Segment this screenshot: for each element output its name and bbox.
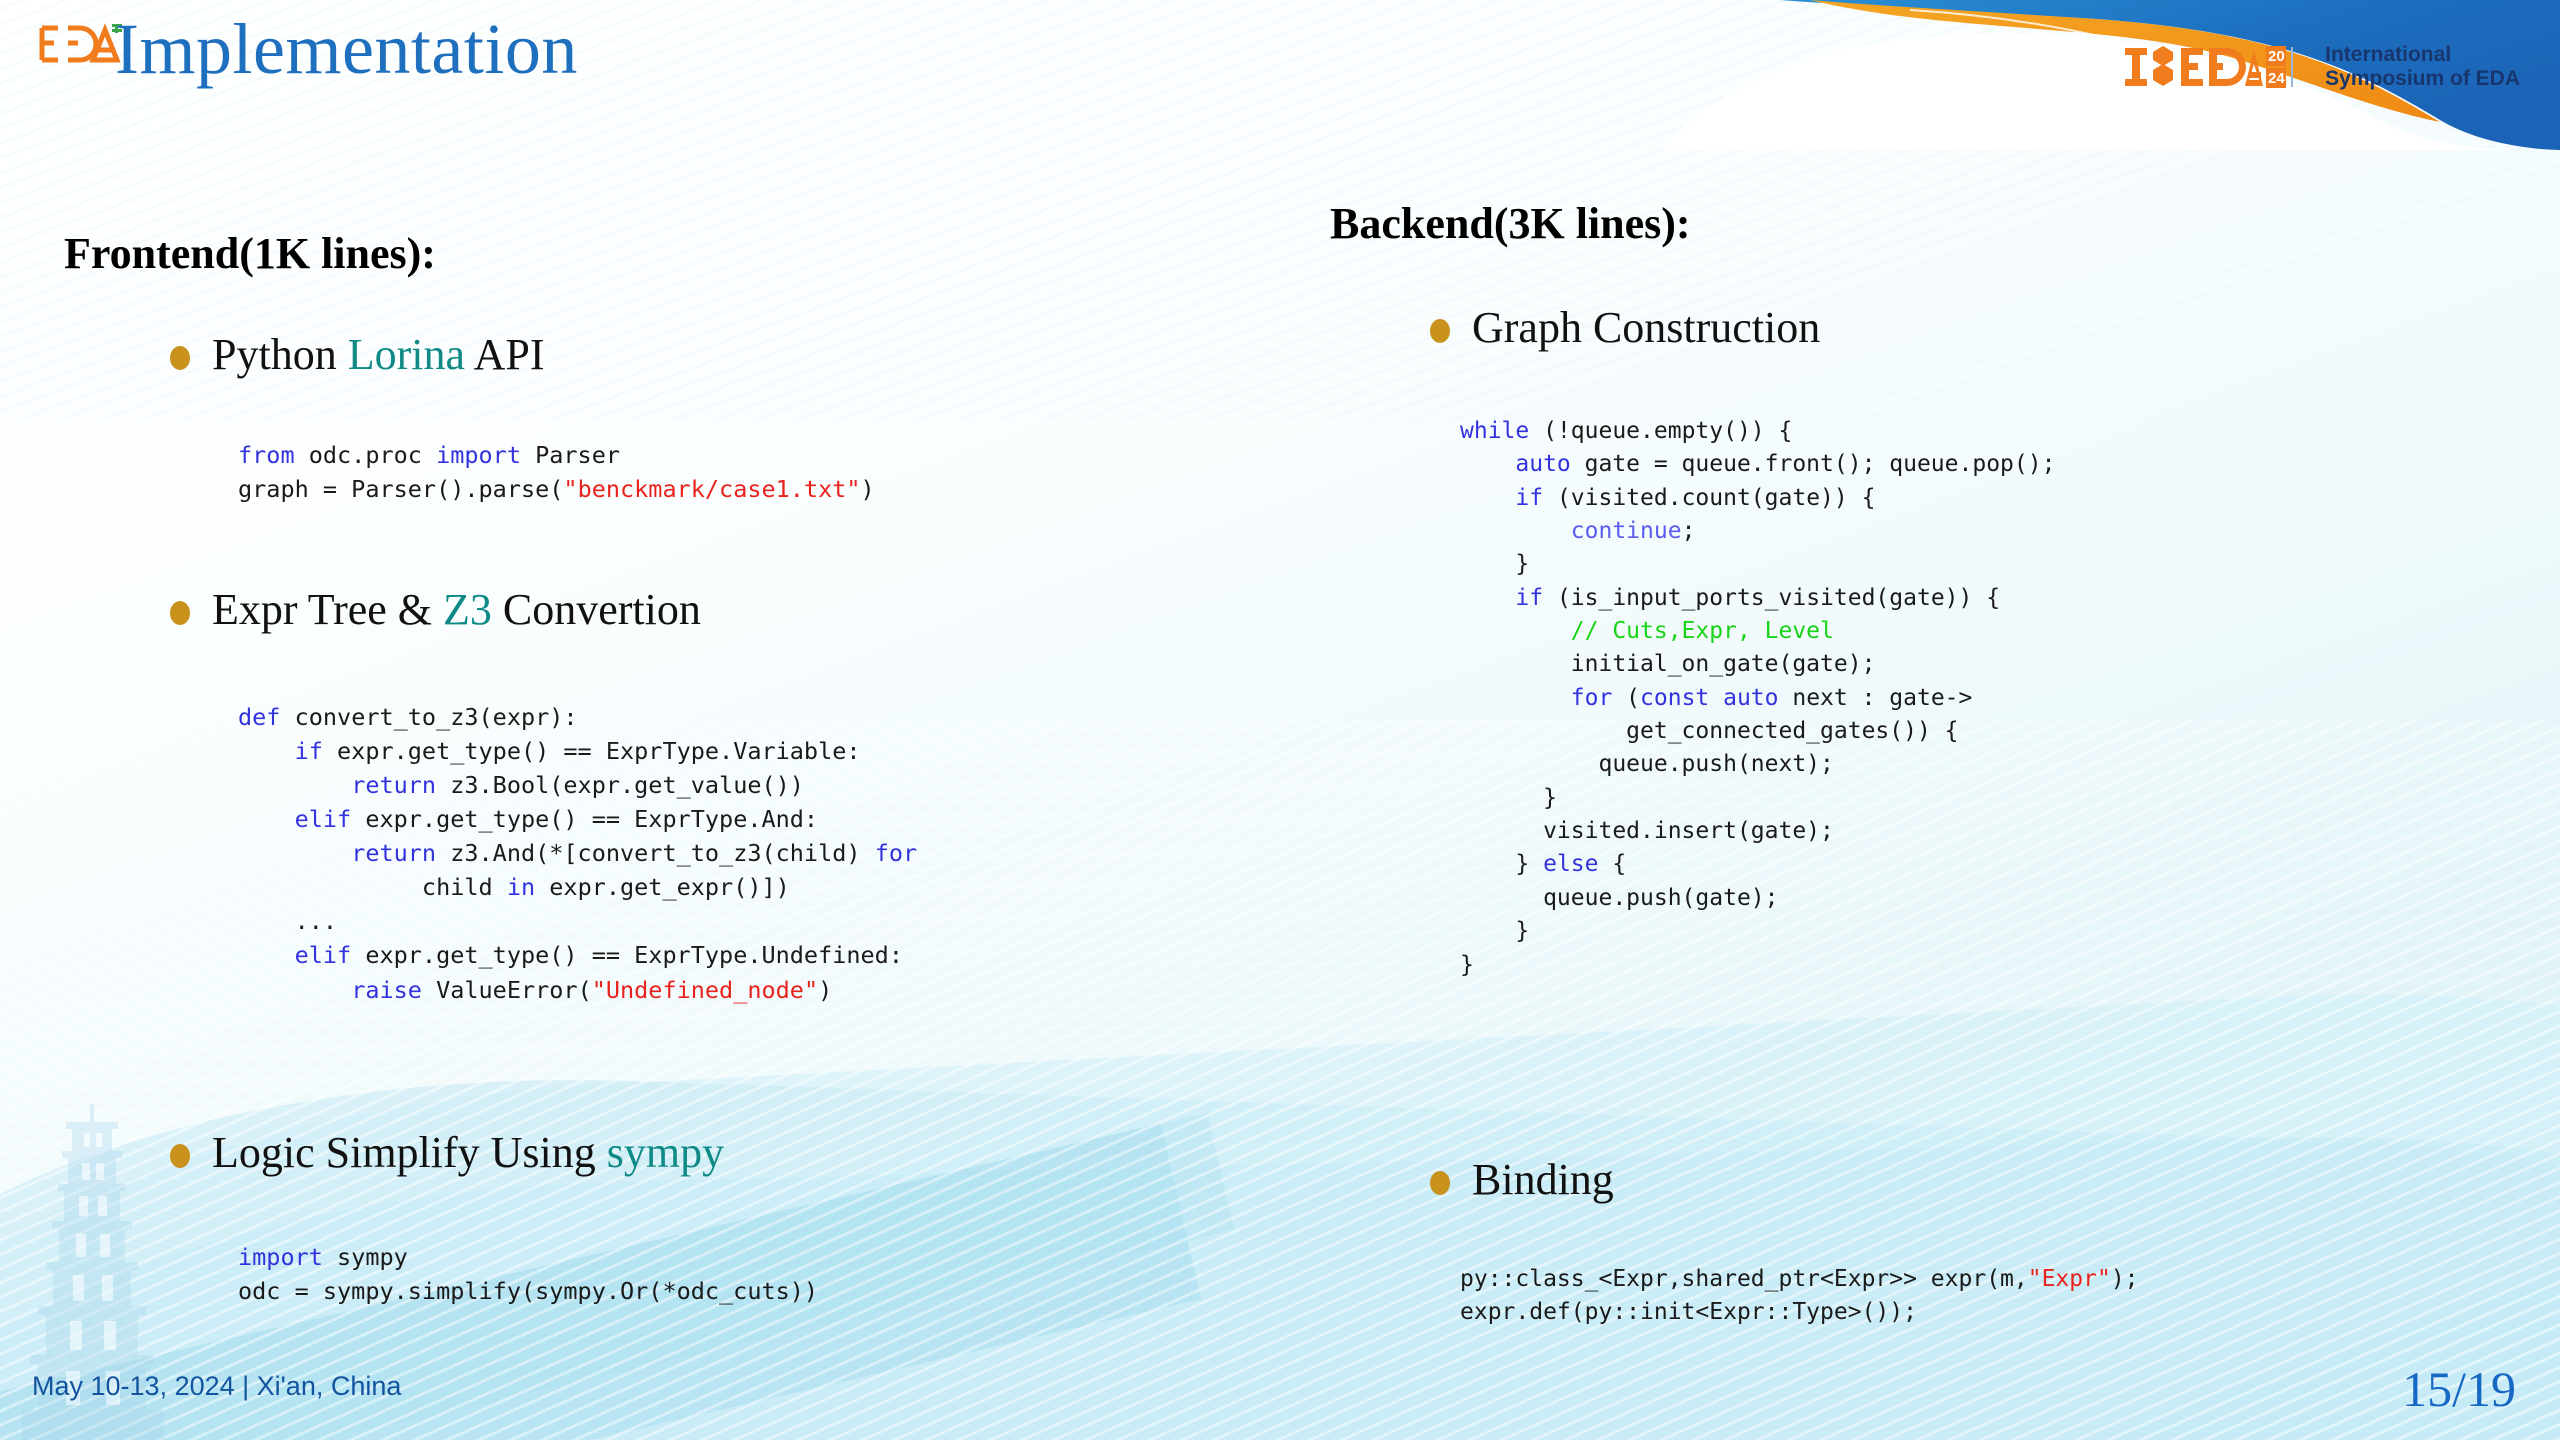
bullet-label-after: API xyxy=(465,330,545,379)
bullet-label-highlight: Lorina xyxy=(347,330,465,379)
wave-shape-1 xyxy=(0,953,2560,1440)
bullet-label-before: Graph Construction xyxy=(1472,303,1821,352)
bullet-label-before: Expr Tree & xyxy=(212,585,443,634)
footer-event-info: May 10-13, 2024 | Xi'an, China xyxy=(32,1371,402,1401)
bullet-label-after: Convertion xyxy=(491,585,701,634)
bullet-label: Logic Simplify Using sympy xyxy=(212,1128,724,1179)
iseda-line2: Symposium of EDA xyxy=(2325,67,2520,90)
bullet-python-lorina-api[interactable]: Python Lorina API xyxy=(170,330,544,381)
bullet-label: Graph Construction xyxy=(1472,303,1820,354)
bullet-dot-icon xyxy=(170,346,190,370)
footer-page-number: 15/19 xyxy=(2402,1361,2516,1417)
bullet-dot-icon xyxy=(170,1144,190,1168)
bullet-dot-icon xyxy=(1430,1171,1450,1195)
bullet-label-before: Logic Simplify Using xyxy=(212,1128,607,1177)
bullet-dot-icon xyxy=(170,601,190,625)
code-block-binding: py::class_<Expr,shared_ptr<Expr>> expr(m… xyxy=(1460,1266,2139,1326)
bullet-label-before: Binding xyxy=(1472,1155,1614,1204)
backend-heading: Backend(3K lines): xyxy=(1330,199,1691,248)
bullet-label-before: Python xyxy=(212,330,348,379)
code-block-convert-to-z3: def convert_to_z3(expr): if expr.get_typ… xyxy=(238,703,918,1004)
iseda-wordmark-icon: 20 24 xyxy=(2125,46,2294,88)
bullet-binding[interactable]: Binding xyxy=(1430,1155,1614,1206)
eda-brand-logo-icon xyxy=(39,23,122,63)
bullet-expr-tree-z3[interactable]: Expr Tree & Z3 Convertion xyxy=(170,585,701,636)
bullet-label: Python Lorina API xyxy=(212,330,544,381)
bullet-label-highlight: sympy xyxy=(606,1128,725,1177)
iseda-logo: 20 24 International Symposium of EDA xyxy=(2123,42,2520,92)
bullet-label: Binding xyxy=(1472,1155,1614,1206)
slide: Implementation Frontend(1K lines): Pytho… xyxy=(0,0,2560,1440)
svg-text:20: 20 xyxy=(2268,48,2285,65)
iseda-line1: International xyxy=(2325,43,2452,67)
bullet-label: Expr Tree & Z3 Convertion xyxy=(212,585,701,636)
svg-text:24: 24 xyxy=(2268,70,2285,87)
frontend-heading: Frontend(1K lines): xyxy=(64,229,436,278)
code-block-lorina: from odc.proc import Parser graph = Pars… xyxy=(238,441,875,504)
code-block-sympy: import sympy odc = sympy.simplify(sympy.… xyxy=(238,1243,819,1306)
bullet-logic-simplify-sympy[interactable]: Logic Simplify Using sympy xyxy=(170,1128,724,1179)
code-block-graph-construction: while (!queue.empty()) { auto gate = que… xyxy=(1460,418,2056,978)
bullet-dot-icon xyxy=(1430,319,1450,343)
page-title: Implementation xyxy=(115,9,578,89)
bullet-label-highlight: Z3 xyxy=(443,585,492,634)
bullet-graph-construction[interactable]: Graph Construction xyxy=(1430,303,1820,354)
